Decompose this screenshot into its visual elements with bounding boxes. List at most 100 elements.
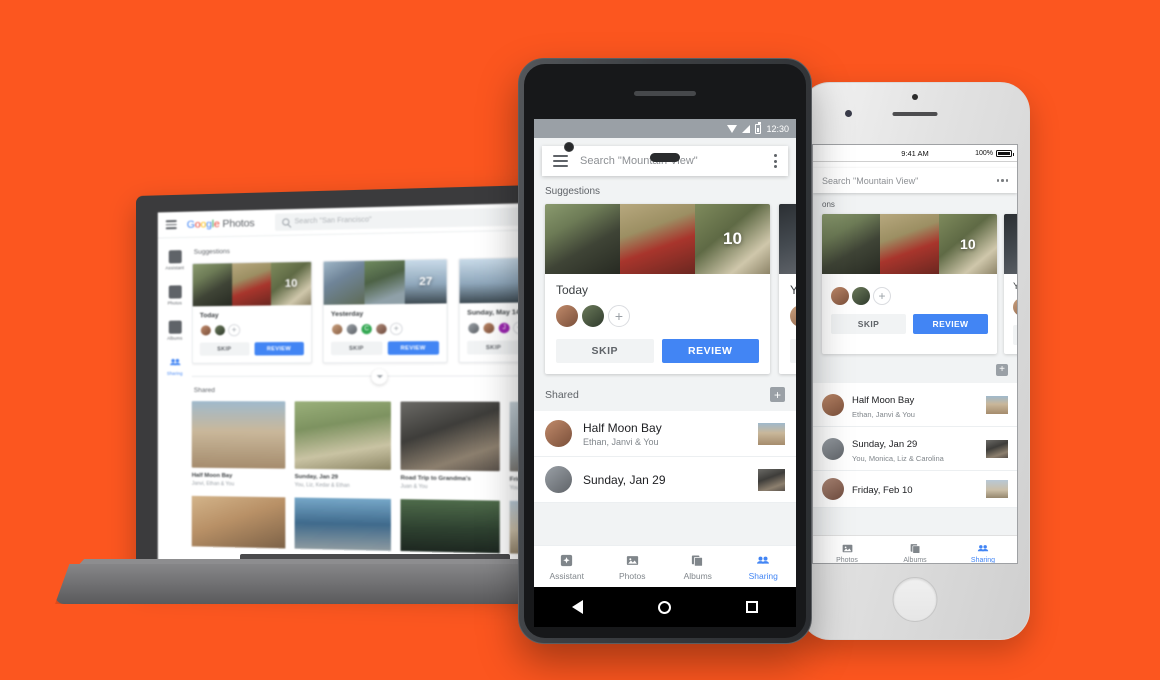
album-cover[interactable]: [191, 495, 286, 549]
add-person-button[interactable]: +: [228, 324, 241, 337]
plus-square-icon[interactable]: +: [770, 387, 785, 402]
tab-albums[interactable]: Albums: [665, 546, 731, 587]
laptop-screen: Google Photos Search "San Francisco" Ass…: [157, 201, 578, 576]
hamburger-icon[interactable]: [553, 155, 568, 167]
tab-photos[interactable]: Photos: [600, 546, 666, 587]
avatar[interactable]: [831, 287, 849, 305]
review-button[interactable]: REVIEW: [661, 339, 759, 363]
avatar[interactable]: [345, 323, 359, 336]
shared-album-tile[interactable]: Half Moon Bay Janvi, Ethan & You: [191, 401, 286, 488]
skip-button[interactable]: SKIP: [831, 314, 906, 334]
tab-assistant[interactable]: Assistant: [534, 546, 600, 587]
card-photo-strip: 10: [545, 204, 770, 274]
sidebar-item-photos[interactable]: Photos: [158, 285, 192, 306]
tab-sharing[interactable]: Sharing: [949, 536, 1017, 563]
sidebar-item-assistant[interactable]: Assistant: [158, 250, 192, 271]
list-item-title: Half Moon Bay: [852, 395, 915, 406]
card-photo-strip: 10: [822, 214, 997, 274]
add-person-button[interactable]: +: [873, 287, 891, 305]
card-body: + SKIP REVIEW: [822, 274, 997, 343]
review-button[interactable]: REVIEW: [913, 314, 988, 334]
album-cover[interactable]: [400, 499, 500, 554]
kebab-menu-icon[interactable]: [774, 154, 777, 168]
photo-thumbnail: [192, 263, 232, 307]
suggestion-card-list: 10 Today + SKIP REVIEW Y: [534, 204, 796, 374]
shared-album-tile[interactable]: Road Trip to Grandma's Juan & You: [400, 401, 500, 492]
expand-more-button[interactable]: [371, 368, 388, 384]
proximity-sensor: [912, 94, 918, 100]
android-screen: 12:30 Search "Mountain View" Suggestions…: [534, 119, 796, 587]
tab-sharing[interactable]: Sharing: [731, 546, 797, 587]
avatar[interactable]: [1013, 298, 1017, 316]
suggestion-card[interactable]: 27 Yesterday C + SKIP REVIEW: [322, 258, 448, 364]
list-item[interactable]: Half Moon Bay Ethan, Janvi & You: [813, 383, 1017, 427]
avatar[interactable]: [467, 321, 481, 335]
logo-letter: e: [213, 217, 220, 230]
review-button[interactable]: REVIEW: [387, 341, 440, 355]
card-title: Today: [199, 312, 219, 320]
card-avatar-group: +: [790, 305, 796, 327]
skip-button[interactable]: SKIP: [556, 339, 654, 363]
list-item[interactable]: Sunday, Jan 29 You, Monica, Liz & Caroli…: [813, 427, 1017, 471]
avatar[interactable]: [375, 322, 388, 336]
assistant-icon: [168, 250, 182, 264]
ios-status-bar: 9:41 AM 100%: [813, 145, 1017, 162]
card-body: Today + SKIP REVIEW: [545, 274, 770, 374]
avatar[interactable]: C: [360, 322, 373, 336]
android-tab-bar: Assistant Photos Albums Sharing: [534, 545, 796, 587]
avatar[interactable]: [213, 324, 227, 337]
search-input[interactable]: Search "Mountain View": [813, 168, 1017, 193]
avatar[interactable]: [582, 305, 604, 327]
sidebar-item-sharing[interactable]: Sharing: [158, 356, 192, 376]
shared-album-tile[interactable]: Sunday, Jan 29 You, Liz, Kedar & Ethan: [294, 401, 391, 489]
android-status-bar: 12:30: [534, 119, 796, 138]
photo-thumbnail: [231, 262, 272, 306]
list-item-title: Half Moon Bay: [583, 420, 662, 435]
avatar[interactable]: [790, 305, 796, 327]
suggestions-heading: Suggestions: [545, 186, 601, 197]
plus-square-icon[interactable]: +: [996, 364, 1008, 376]
list-item[interactable]: Half Moon Bay Ethan, Janvi & You: [534, 411, 796, 457]
recents-nav-icon[interactable]: [746, 601, 759, 613]
skip-button[interactable]: SKIP: [467, 340, 521, 355]
avatar[interactable]: [556, 305, 578, 327]
avatar[interactable]: J: [497, 321, 511, 335]
laptop-body: Assistant Photos Albums Sharing Suggesti…: [157, 229, 578, 576]
back-nav-icon[interactable]: [571, 600, 583, 614]
home-nav-icon[interactable]: [657, 600, 671, 614]
tab-photos[interactable]: Photos: [813, 536, 881, 563]
suggestion-card[interactable]: 10 + SKIP REVIEW: [822, 214, 997, 354]
list-item-thumbnail: [986, 480, 1008, 498]
add-person-button[interactable]: +: [389, 322, 403, 336]
avatar[interactable]: [199, 324, 212, 337]
ellipsis-icon[interactable]: [996, 179, 1008, 182]
list-item-title: Sunday, Jan 29: [583, 472, 666, 487]
avatar[interactable]: [482, 321, 496, 335]
tab-label: Sharing: [748, 570, 778, 581]
suggestion-card[interactable]: Yeste: [1004, 214, 1017, 354]
suggestion-card[interactable]: 10 Today + SKIP REVIEW: [191, 260, 313, 364]
laptop-lid: Google Photos Search "San Francisco" Ass…: [136, 183, 578, 591]
skip-button[interactable]: [1013, 325, 1017, 345]
card-title: Yesterday: [790, 283, 796, 297]
add-person-button[interactable]: +: [608, 305, 630, 327]
home-button[interactable]: [892, 577, 938, 622]
skip-button[interactable]: SKIP: [199, 342, 249, 356]
avatar: [822, 437, 844, 460]
tab-albums[interactable]: Albums: [881, 536, 949, 563]
suggestion-card[interactable]: 10 Today + SKIP REVIEW: [545, 204, 770, 374]
review-button[interactable]: REVIEW: [254, 341, 304, 356]
list-item[interactable]: Friday, Feb 10: [813, 471, 1017, 508]
skip-button[interactable]: SKIP: [330, 341, 382, 356]
avatar[interactable]: [330, 323, 344, 336]
skip-button[interactable]: SKIP: [790, 339, 796, 363]
sharing-icon: [755, 553, 771, 568]
sidebar-item-albums[interactable]: Albums: [158, 320, 192, 341]
suggestion-card[interactable]: Yesterday + SKIP REVIEW: [779, 204, 796, 374]
album-cover: [400, 401, 500, 472]
hamburger-icon[interactable]: [165, 220, 177, 230]
shared-list: Half Moon Bay Ethan, Janvi & You Sunday,…: [534, 411, 796, 503]
album-cover[interactable]: [294, 497, 391, 551]
list-item[interactable]: Sunday, Jan 29: [534, 457, 796, 503]
avatar[interactable]: [852, 287, 870, 305]
